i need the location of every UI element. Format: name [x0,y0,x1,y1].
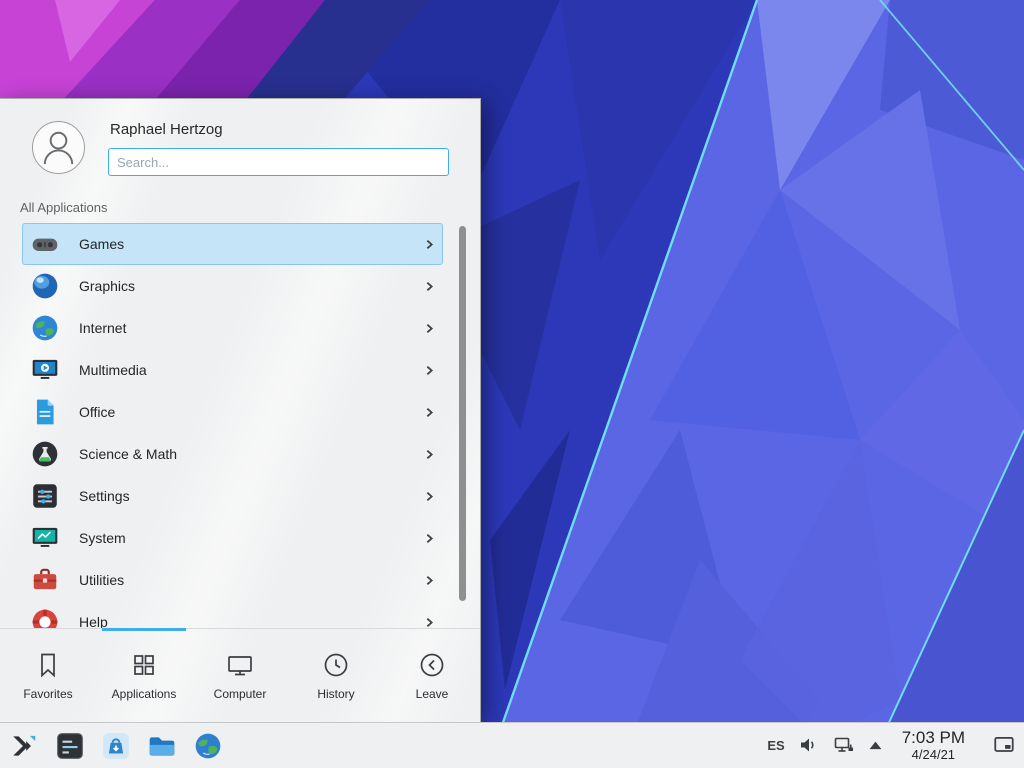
internet-icon [29,312,61,344]
chevron-right-icon [423,322,436,335]
computer-icon [225,650,255,680]
category-row-science-math[interactable]: Science & Math [22,433,443,475]
tab-history[interactable]: History [288,629,384,722]
chevron-right-icon [423,238,436,251]
category-list: Games Graphics [0,223,480,629]
category-label: Help [79,614,423,629]
help-icon [29,606,61,629]
leave-icon [417,650,447,680]
chevron-right-icon [423,280,436,293]
category-label: Graphics [79,278,423,294]
tab-label: Leave [416,687,449,701]
system-icon [29,522,61,554]
tab-leave[interactable]: Leave [384,629,480,722]
launcher-tabbar: Favorites Applications [0,628,480,722]
tab-label: Applications [112,687,177,701]
category-row-utilities[interactable]: Utilities [22,559,443,601]
category-row-games[interactable]: Games [22,223,443,265]
clock-date: 4/24/21 [902,748,965,763]
favorites-icon [33,650,63,680]
show-desktop-icon[interactable] [992,733,1016,757]
scrollbar[interactable] [459,226,466,601]
chevron-right-icon [423,490,436,503]
terminal-icon[interactable] [54,730,86,762]
category-label: Utilities [79,572,423,588]
chevron-right-icon [423,532,436,545]
network-icon[interactable] [833,734,855,756]
user-icon [33,122,84,173]
science-icon [29,438,61,470]
graphics-icon [29,270,61,302]
web-browser-icon[interactable] [192,730,224,762]
desktop: Raphael Hertzog All Applications Games [0,0,1024,768]
tab-label: Computer [214,687,267,701]
history-icon [321,650,351,680]
category-row-help[interactable]: Help [22,601,443,629]
chevron-right-icon [423,406,436,419]
tab-applications[interactable]: Applications [96,629,192,722]
utilities-icon [29,564,61,596]
category-label: System [79,530,423,546]
system-tray: ES 7:03 PM [767,728,1016,762]
taskbar: ES 7:03 PM [0,722,1024,768]
active-tab-indicator [102,628,186,631]
category-row-office[interactable]: Office [22,391,443,433]
games-icon [29,228,61,260]
file-manager-icon[interactable] [146,730,178,762]
chevron-right-icon [423,364,436,377]
tab-computer[interactable]: Computer [192,629,288,722]
chevron-right-icon [423,616,436,629]
category-row-settings[interactable]: Settings [22,475,443,517]
category-label: Games [79,236,423,252]
category-label: Office [79,404,423,420]
settings-icon [29,480,61,512]
category-row-internet[interactable]: Internet [22,307,443,349]
search-input[interactable] [108,148,449,176]
application-launcher-popup: Raphael Hertzog All Applications Games [0,98,481,722]
discover-icon[interactable] [100,730,132,762]
keyboard-layout-indicator[interactable]: ES [767,738,784,753]
category-label: Internet [79,320,423,336]
category-label: Multimedia [79,362,423,378]
category-row-system[interactable]: System [22,517,443,559]
category-label: Science & Math [79,446,423,462]
category-row-multimedia[interactable]: Multimedia [22,349,443,391]
tab-label: History [317,687,354,701]
category-row-graphics[interactable]: Graphics [22,265,443,307]
office-icon [29,396,61,428]
volume-icon[interactable] [798,734,820,756]
chevron-right-icon [423,574,436,587]
taskbar-launchers [8,730,224,762]
user-name: Raphael Hertzog [110,121,223,138]
tab-label: Favorites [23,687,72,701]
expand-tray-icon[interactable] [868,740,883,751]
avatar[interactable] [32,121,85,174]
chevron-right-icon [423,448,436,461]
section-label: All Applications [20,200,107,215]
category-label: Settings [79,488,423,504]
clock-time: 7:03 PM [902,728,965,748]
applications-icon [129,650,159,680]
multimedia-icon [29,354,61,386]
tab-favorites[interactable]: Favorites [0,629,96,722]
kickoff-icon[interactable] [8,730,40,762]
digital-clock[interactable]: 7:03 PM 4/24/21 [902,728,965,762]
